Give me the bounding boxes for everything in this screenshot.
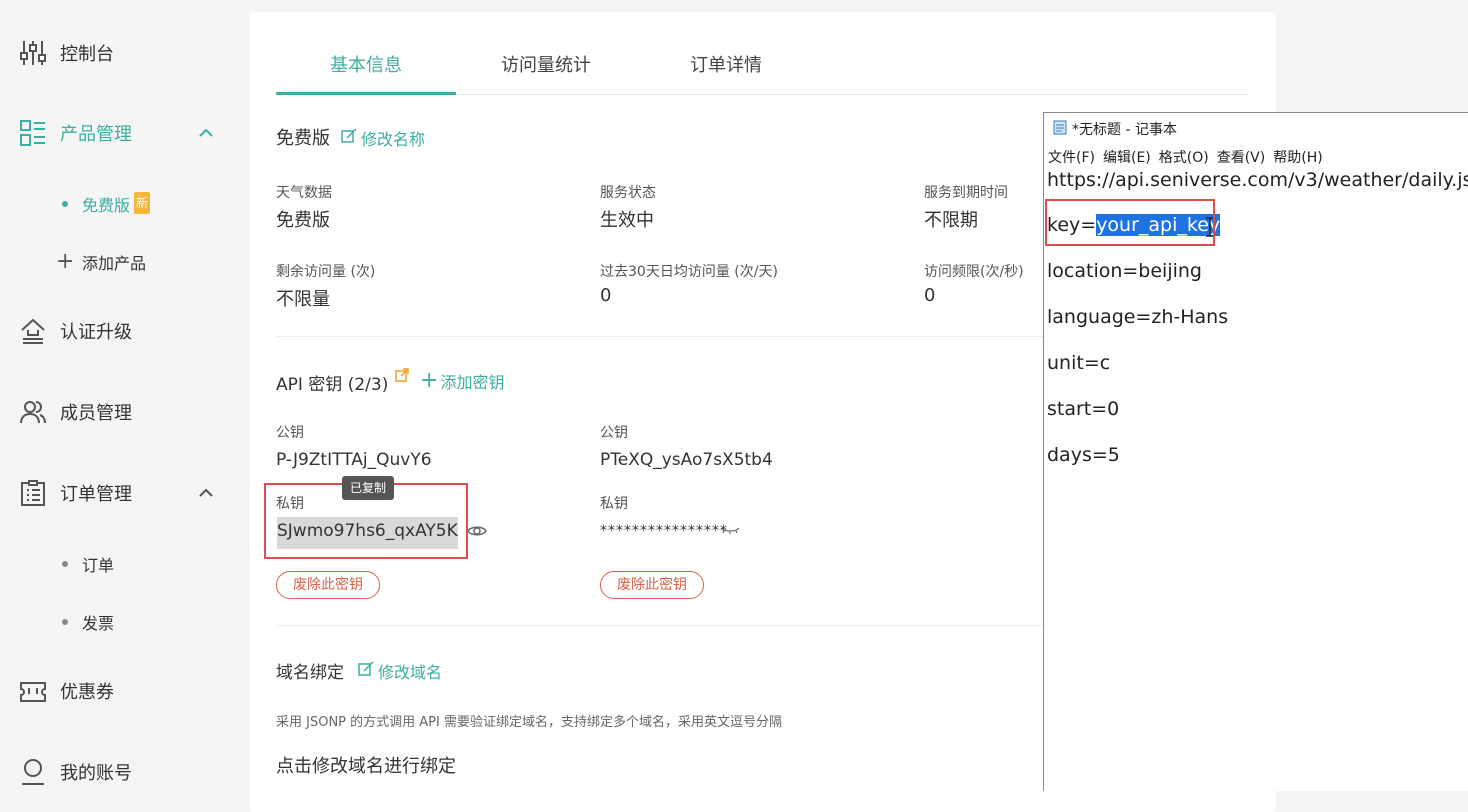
revoke-key-button[interactable]: 废除此密钥	[600, 571, 704, 599]
public-key-value: PTeXQ_ysAo7sX5tb4	[600, 450, 773, 470]
private-key-masked: ****************	[600, 523, 728, 539]
info-label: 剩余访问量 (次)	[276, 264, 376, 280]
tab-order-details[interactable]: 订单详情	[636, 42, 816, 92]
public-key-label: 公钥	[276, 425, 304, 441]
menu-help[interactable]: 帮助(H)	[1273, 147, 1322, 167]
tab-basic-info[interactable]: 基本信息	[276, 42, 456, 95]
notepad-window: *无标题 - 记事本 文件(F) 编辑(E) 格式(O) 查看(V) 帮助(H)…	[1043, 112, 1468, 791]
sidebar: 控制台 产品管理 免费版 新 + 添加产品 认证升级 成员管理 订单管理 订单 …	[0, 0, 248, 790]
info-label: 服务到期时间	[924, 185, 1008, 201]
api-key-title: API 密钥 (2/3)	[276, 375, 389, 395]
menu-view[interactable]: 查看(V)	[1217, 147, 1266, 167]
add-key-button[interactable]: + 添加密钥	[420, 369, 504, 393]
bullet-dot	[62, 201, 68, 207]
chevron-up-icon[interactable]	[196, 483, 216, 503]
menu-file[interactable]: 文件(F)	[1048, 147, 1095, 167]
info-value: 不限期	[924, 210, 978, 231]
new-badge: 新	[134, 192, 150, 214]
notepad-icon	[1052, 119, 1068, 139]
upgrade-icon	[18, 316, 48, 346]
edit-icon	[341, 128, 357, 148]
notepad-menubar: 文件(F) 编辑(E) 格式(O) 查看(V) 帮助(H)	[1048, 147, 1331, 167]
sidebar-subitem-label: 添加产品	[82, 254, 147, 273]
domain-hint: 点击修改域名进行绑定	[276, 756, 456, 777]
private-key-label: 私钥	[600, 496, 628, 512]
edit-domain-link[interactable]: 修改域名	[358, 659, 442, 683]
sidebar-subitem-label: 免费版	[82, 196, 131, 215]
sliders-icon	[18, 38, 48, 68]
edit-icon	[358, 661, 374, 681]
revoke-key-button[interactable]: 废除此密钥	[276, 571, 380, 599]
edit-domain-label: 修改域名	[378, 663, 443, 682]
text-line[interactable]: days=5	[1047, 444, 1120, 466]
user-icon	[18, 757, 48, 787]
text-line[interactable]: language=zh-Hans	[1047, 306, 1228, 328]
tab-bar: 基本信息 访问量统计 订单详情	[276, 42, 1248, 95]
info-value: 0	[924, 285, 936, 306]
sidebar-item-console[interactable]: 控制台	[0, 28, 248, 78]
text-line-url[interactable]: https://api.seniverse.com/v3/weather/dai…	[1047, 169, 1468, 191]
external-link-icon[interactable]	[395, 367, 409, 386]
copied-tooltip: 已复制	[342, 476, 394, 500]
public-key-value: P-J9ZtITTAj_QuvY6	[276, 450, 432, 470]
info-value: 0	[600, 285, 612, 306]
sidebar-item-label: 我的账号	[60, 763, 132, 784]
sidebar-item-coupons[interactable]: 优惠券	[0, 666, 248, 716]
domain-title: 域名绑定	[276, 663, 344, 683]
info-label: 天气数据	[276, 185, 332, 201]
notepad-titlebar: *无标题 - 记事本	[1052, 119, 1177, 139]
tab-traffic-stats[interactable]: 访问量统计	[456, 42, 636, 92]
sidebar-item-certification[interactable]: 认证升级	[0, 306, 248, 356]
sidebar-subitem-order[interactable]: 订单	[0, 544, 248, 584]
menu-edit[interactable]: 编辑(E)	[1103, 147, 1151, 167]
sidebar-subitem-label: 发票	[82, 614, 115, 633]
eye-icon[interactable]	[467, 523, 487, 542]
sidebar-item-members[interactable]: 成员管理	[0, 387, 248, 437]
domain-description: 采用 JSONP 的方式调用 API 需要验证绑定域名，支持绑定多个域名，采用英…	[276, 715, 782, 730]
rename-label: 修改名称	[361, 130, 426, 149]
coupon-icon	[18, 676, 48, 706]
plan-name: 免费版	[276, 128, 330, 149]
text-line[interactable]: location=beijing	[1047, 260, 1202, 282]
text-line[interactable]: unit=c	[1047, 352, 1110, 374]
info-label: 服务状态	[600, 185, 656, 201]
grid-list-icon	[18, 118, 48, 148]
add-key-label: 添加密钥	[440, 373, 505, 392]
plus-icon: +	[56, 249, 75, 274]
menu-format[interactable]: 格式(O)	[1159, 147, 1209, 167]
info-value: 免费版	[276, 210, 330, 231]
sidebar-item-label: 认证升级	[60, 322, 132, 343]
sidebar-item-label: 优惠券	[60, 682, 114, 703]
eye-closed-icon[interactable]	[720, 522, 740, 541]
text-line[interactable]: start=0	[1047, 398, 1119, 420]
clipboard-icon	[18, 478, 48, 508]
sidebar-subitem-invoice[interactable]: 发票	[0, 602, 248, 642]
highlight-frame	[1045, 199, 1215, 246]
sidebar-item-label: 控制台	[60, 44, 114, 65]
rename-link[interactable]: 修改名称	[341, 126, 425, 150]
sidebar-item-label: 产品管理	[60, 124, 132, 145]
info-value: 不限量	[276, 289, 330, 310]
sidebar-subitem-free[interactable]: 免费版 新	[0, 184, 248, 224]
info-label: 访问频限(次/秒)	[924, 264, 1024, 280]
sidebar-item-label: 订单管理	[60, 484, 132, 505]
bullet-dot	[62, 619, 68, 625]
info-value: 生效中	[600, 210, 654, 231]
notepad-title: *无标题 - 记事本	[1072, 122, 1177, 138]
chevron-up-icon[interactable]	[196, 123, 216, 143]
info-label: 过去30天日均访问量 (次/天)	[600, 264, 778, 280]
sidebar-subitem-label: 订单	[82, 556, 115, 575]
sidebar-item-orders[interactable]: 订单管理	[0, 468, 248, 518]
users-icon	[18, 397, 48, 427]
sidebar-item-products[interactable]: 产品管理	[0, 108, 248, 158]
plus-icon: +	[420, 368, 439, 393]
bullet-dot	[62, 561, 68, 567]
public-key-label: 公钥	[600, 425, 628, 441]
add-product-item[interactable]: + 添加产品	[0, 242, 248, 282]
sidebar-item-label: 成员管理	[60, 403, 132, 424]
